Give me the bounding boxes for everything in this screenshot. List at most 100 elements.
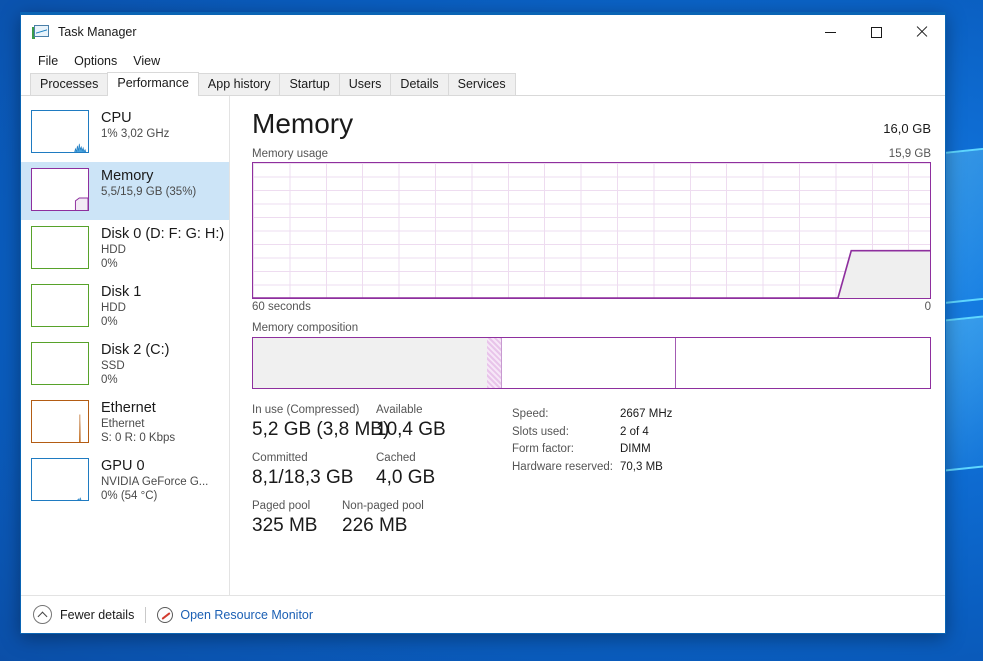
composition-segment-in-use[interactable]: [253, 338, 488, 388]
minimize-button[interactable]: [807, 15, 853, 49]
graph-time-left: 60 seconds: [252, 301, 311, 313]
hardware-row: Hardware reserved: 70,3 MB: [512, 459, 672, 477]
sidebar-item-sub2: 0%: [101, 258, 118, 270]
sidebar-item-title: CPU: [101, 110, 132, 126]
stat-row: Paged pool 325 MB Non-paged pool 226 MB: [252, 499, 484, 538]
sidebar-item-memory[interactable]: Memory 5,5/15,9 GB (35%): [21, 162, 229, 220]
sidebar-item-sub1: NVIDIA GeForce G...: [101, 476, 209, 488]
chevron-up-circle-icon[interactable]: [33, 605, 52, 624]
memory-composition-bar[interactable]: [252, 337, 931, 389]
sidebar-item-disk-1[interactable]: Disk 1 HDD 0%: [21, 278, 229, 336]
sidebar-item-text: Disk 2 (C:) SSD 0%: [101, 342, 169, 387]
composition-segment-free[interactable]: [675, 338, 930, 388]
sidebar-item-sub1: HDD: [101, 244, 126, 256]
stat-label: Cached: [376, 452, 416, 464]
window-body: CPU 1% 3,02 GHz Memory 5,5/15,9 GB (35%): [21, 96, 945, 595]
resource-monitor-icon[interactable]: [157, 606, 174, 623]
sidebar-item-text: GPU 0 NVIDIA GeForce G... 0% (54 °C): [101, 458, 208, 503]
stat-value: 10,4 GB: [376, 419, 446, 440]
title-bar: Task Manager: [21, 13, 945, 49]
sidebar-item-ethernet[interactable]: Ethernet Ethernet S: 0 R: 0 Kbps: [21, 394, 229, 452]
graph-time-axis: 60 seconds 0: [252, 301, 931, 313]
close-button[interactable]: [899, 15, 945, 49]
sidebar-item-disk-2[interactable]: Disk 2 (C:) SSD 0%: [21, 336, 229, 394]
menu-view[interactable]: View: [125, 52, 168, 70]
sidebar-item-sub1: HDD: [101, 302, 126, 314]
sidebar-item-title: Ethernet: [101, 400, 156, 416]
total-memory-value: 16,0 GB: [883, 121, 931, 136]
composition-caption: Memory composition: [252, 322, 359, 334]
sidebar-item-cpu[interactable]: CPU 1% 3,02 GHz: [21, 104, 229, 162]
statistics-area: In use (Compressed) 5,2 GB (3,8 MB) Avai…: [252, 403, 931, 547]
sidebar-item-sub2: S: 0 R: 0 Kbps: [101, 432, 176, 444]
gpu0-mini-graph: [31, 458, 89, 501]
stat-available: Available 10,4 GB: [376, 403, 446, 442]
fewer-details-button[interactable]: Fewer details: [60, 608, 134, 622]
memory-mini-graph: [31, 168, 89, 211]
hardware-value: 2667 MHz: [620, 408, 673, 420]
window-controls: [807, 15, 945, 49]
graph-labels: Memory usage 15,9 GB: [252, 148, 931, 160]
sidebar-item-disk-0[interactable]: Disk 0 (D: F: G: H:) HDD 0%: [21, 220, 229, 278]
sidebar-item-text: Disk 1 HDD 0%: [101, 284, 141, 329]
tab-strip: Processes Performance App history Startu…: [21, 72, 945, 96]
stat-committed: Committed 8,1/18,3 GB: [252, 451, 376, 490]
tab-performance[interactable]: Performance: [107, 72, 199, 96]
hardware-value: DIMM: [620, 443, 651, 455]
resource-sidebar: CPU 1% 3,02 GHz Memory 5,5/15,9 GB (35%): [21, 96, 230, 595]
performance-detail-pane: Memory 16,0 GB Memory usage 15,9 GB 60 s…: [230, 96, 945, 595]
memory-statistics: In use (Compressed) 5,2 GB (3,8 MB) Avai…: [252, 403, 484, 547]
hardware-label: Hardware reserved:: [512, 460, 613, 473]
sidebar-item-sub2: 0% (54 °C): [101, 490, 158, 502]
sidebar-item-gpu-0[interactable]: GPU 0 NVIDIA GeForce G... 0% (54 °C): [21, 452, 229, 510]
stat-value: 8,1/18,3 GB: [252, 467, 354, 488]
maximize-button[interactable]: [853, 15, 899, 49]
tab-services[interactable]: Services: [447, 73, 516, 95]
stat-value: 5,2 GB (3,8 MB): [252, 419, 390, 440]
sidebar-item-text: Memory 5,5/15,9 GB (35%): [101, 168, 196, 199]
stat-value: 325 MB: [252, 515, 318, 536]
cpu-mini-graph: [31, 110, 89, 153]
menu-file[interactable]: File: [30, 52, 66, 70]
tab-app-history[interactable]: App history: [197, 73, 281, 95]
graph-max-value: 15,9 GB: [888, 148, 931, 160]
stat-label: Available: [376, 404, 423, 416]
maximize-icon: [870, 26, 882, 38]
hardware-row: Speed: 2667 MHz: [512, 406, 672, 424]
tab-users[interactable]: Users: [338, 73, 392, 95]
sidebar-item-title: Memory: [101, 168, 154, 184]
disk0-mini-graph: [31, 226, 89, 269]
stat-value: 226 MB: [342, 515, 408, 536]
sidebar-item-title: Disk 1: [101, 284, 142, 300]
hardware-value: 70,3 MB: [620, 460, 663, 473]
memory-usage-graph[interactable]: [252, 162, 931, 299]
hardware-details: Speed: 2667 MHz Slots used: 2 of 4 Form …: [512, 403, 672, 547]
stat-label: In use (Compressed): [252, 404, 360, 416]
hardware-value: 2 of 4: [620, 425, 649, 438]
stat-value: 4,0 GB: [376, 467, 436, 488]
tab-details[interactable]: Details: [390, 73, 449, 95]
stat-label: Non-paged pool: [342, 500, 424, 512]
stat-non-paged-pool: Non-paged pool 226 MB: [342, 499, 424, 538]
menu-options[interactable]: Options: [66, 52, 125, 70]
composition-segment-modified[interactable]: [487, 338, 501, 388]
composition-segment-standby[interactable]: [500, 338, 676, 388]
page-title: Memory: [252, 108, 354, 139]
sidebar-item-title: GPU 0: [101, 458, 145, 474]
monitor-chart-icon: [32, 24, 49, 40]
sidebar-item-sub2: 0%: [101, 374, 118, 386]
tab-startup[interactable]: Startup: [279, 73, 340, 95]
close-icon: [916, 26, 928, 38]
graph-time-right: 0: [924, 301, 931, 313]
open-resource-monitor-link[interactable]: Open Resource Monitor: [180, 608, 313, 622]
tab-processes[interactable]: Processes: [30, 73, 109, 95]
disk2-mini-graph: [31, 342, 89, 385]
stat-paged-pool: Paged pool 325 MB: [252, 499, 342, 538]
hardware-label: Form factor:: [512, 443, 574, 455]
sidebar-item-sub1: Ethernet: [101, 418, 145, 430]
detail-header: Memory 16,0 GB: [252, 108, 931, 140]
footer-divider: [145, 606, 147, 623]
footer-bar: Fewer details Open Resource Monitor: [21, 595, 945, 633]
sidebar-item-text: Ethernet Ethernet S: 0 R: 0 Kbps: [101, 400, 175, 445]
menu-bar: File Options View: [21, 49, 945, 73]
